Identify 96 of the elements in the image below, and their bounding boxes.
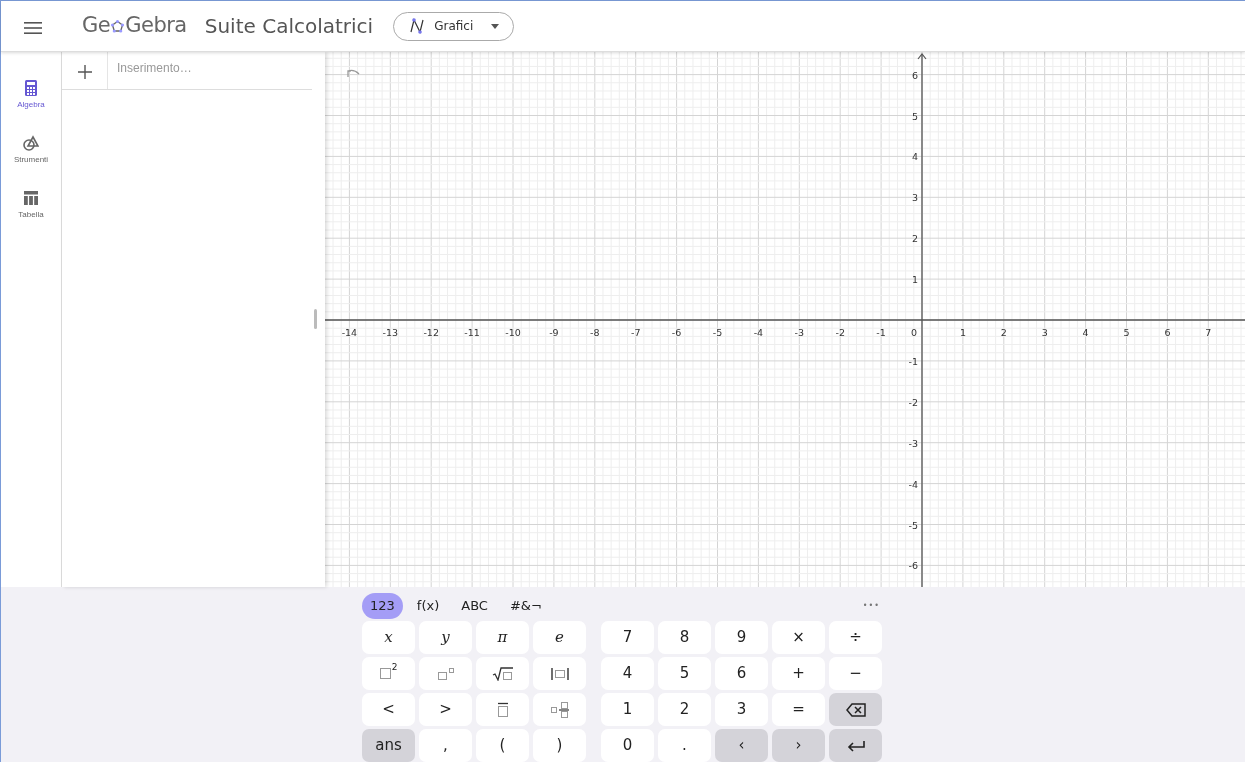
axis-label: -5 — [908, 519, 918, 531]
axis-label: -13 — [382, 327, 399, 338]
key[interactable]: x — [362, 621, 415, 654]
axis-label: -11 — [464, 327, 480, 338]
more-button[interactable]: ••• — [858, 600, 884, 612]
axis-label: 4 — [911, 151, 918, 163]
key[interactable]: < — [362, 693, 415, 726]
axis-label: -2 — [835, 327, 845, 338]
axis-label: 1 — [959, 327, 966, 338]
axis-label: -2 — [908, 396, 918, 408]
graph-icon — [408, 17, 427, 35]
key[interactable]: 0 — [601, 729, 654, 762]
sidebar-item[interactable]: Algebra — [17, 80, 45, 111]
resize-handle[interactable] — [314, 309, 317, 329]
axis-label: -3 — [794, 327, 805, 338]
key[interactable]: y — [419, 621, 472, 654]
key[interactable]: ans — [362, 729, 415, 762]
axis-label: 5 — [1123, 327, 1130, 338]
axis-label: -4 — [908, 478, 918, 490]
calculator-icon — [23, 80, 39, 96]
axis-label: 3 — [911, 192, 918, 204]
enter-icon — [846, 739, 865, 752]
axis-label: -9 — [549, 327, 559, 338]
axis-label: -1 — [876, 327, 886, 338]
absolute-value-icon — [549, 666, 570, 681]
axis-label: 1 — [911, 274, 918, 286]
key[interactable]: 4 — [601, 657, 654, 690]
key[interactable]: ( — [476, 729, 529, 762]
key[interactable]: 9 — [715, 621, 768, 654]
placeholder-square-icon — [379, 668, 391, 679]
axis-label: 6 — [1164, 327, 1171, 338]
axis-label: 2 — [1000, 327, 1007, 338]
backspace-icon — [845, 702, 866, 717]
key[interactable]: 3 — [715, 693, 768, 726]
key[interactable] — [829, 729, 882, 762]
key[interactable]: = — [772, 693, 825, 726]
logo-text: Gebra — [125, 12, 187, 40]
axis-label: -14 — [341, 327, 358, 338]
key[interactable]: 8 — [658, 621, 711, 654]
axis-label: -10 — [505, 327, 521, 338]
caret-icon — [491, 23, 500, 29]
logo-icon — [110, 18, 126, 34]
axis-label: 5 — [911, 110, 918, 122]
axis-label: 6 — [911, 69, 918, 81]
axis-label: -1 — [908, 355, 918, 367]
axis-label: -5 — [712, 327, 723, 338]
key[interactable]: + — [772, 657, 825, 690]
axis-label: 2 — [911, 233, 918, 245]
key[interactable] — [829, 693, 882, 726]
app-title: Suite Calcolatrici — [204, 13, 374, 40]
axis-label: 4 — [1082, 327, 1089, 338]
key[interactable]: × — [772, 621, 825, 654]
key[interactable]: − — [829, 657, 882, 690]
plus-icon — [77, 65, 92, 79]
axis-label: -8 — [590, 327, 600, 338]
axis-label: 0 — [911, 327, 917, 338]
axis-label: -6 — [908, 560, 918, 572]
axis-label: 7 — [1205, 327, 1212, 338]
power-icon — [436, 666, 455, 681]
keyboard-tab[interactable]: ABC — [453, 593, 496, 619]
axis-label: -12 — [423, 327, 439, 338]
overline-icon — [496, 701, 509, 718]
square-root-icon — [491, 666, 514, 681]
key[interactable]: > — [419, 693, 472, 726]
key[interactable]: . — [658, 729, 711, 762]
axis-label: -3 — [908, 437, 918, 449]
key[interactable]: ‹ — [715, 729, 768, 762]
axis-label: -7 — [630, 327, 641, 338]
key[interactable]: 5 — [658, 657, 711, 690]
key[interactable]: 7 — [601, 621, 654, 654]
key[interactable]: 2 — [362, 657, 415, 690]
app-dropdown[interactable]: Grafici — [393, 11, 515, 41]
keyboard-tab[interactable]: #&¬ — [501, 593, 550, 619]
key[interactable]: 1 — [601, 693, 654, 726]
key[interactable] — [533, 657, 586, 690]
axis-label: -4 — [753, 327, 764, 338]
key[interactable]: 6 — [715, 657, 768, 690]
keyboard-tab[interactable]: f(x) — [408, 593, 448, 619]
fraction-icon — [549, 700, 570, 719]
keyboard-tab[interactable]: 123 — [362, 593, 403, 619]
key[interactable]: ÷ — [829, 621, 882, 654]
logo-text: Ge — [82, 12, 111, 40]
key[interactable]: e — [533, 621, 586, 654]
key[interactable]: 2 — [658, 693, 711, 726]
key[interactable]: π — [476, 621, 529, 654]
axis-label: -6 — [671, 327, 682, 338]
shapes-icon — [23, 135, 39, 151]
key[interactable] — [476, 657, 529, 690]
key[interactable]: , — [419, 729, 472, 762]
key[interactable]: ) — [533, 729, 586, 762]
key[interactable]: › — [772, 729, 825, 762]
sidebar-item[interactable]: Tabella — [18, 190, 44, 221]
axis-label: 3 — [1041, 327, 1048, 338]
table-icon — [23, 190, 39, 206]
sidebar-item[interactable]: Strumenti — [13, 135, 49, 166]
undo-icon[interactable] — [345, 68, 361, 78]
